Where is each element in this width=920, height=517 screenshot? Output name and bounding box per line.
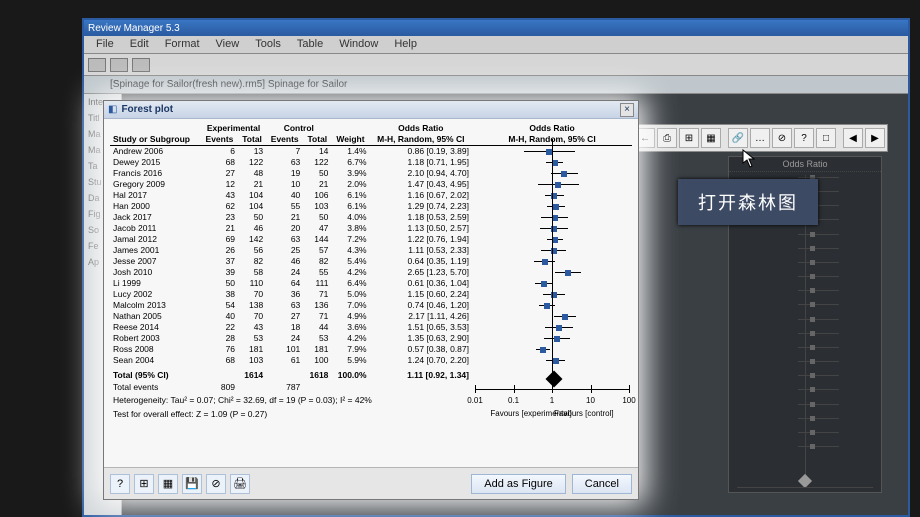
col-or2: Odds Ratio [472, 123, 632, 134]
menu-bar: FileEditFormatViewToolsTableWindowHelp [84, 36, 908, 54]
study-row: Reese 2014224318443.6%1.51 [0.65, 3.53] [110, 322, 632, 333]
study-row: Jesse 2007378246825.4%0.64 [0.35, 1.19] [110, 256, 632, 267]
menu-item[interactable]: Format [157, 36, 208, 53]
toolbar-button[interactable]: ⎙ [657, 128, 677, 148]
study-row: Francis 2016274819503.9%2.10 [0.94, 4.70… [110, 168, 632, 179]
col-or1: Odds Ratio [370, 123, 472, 134]
col-mh1: M-H, Random, 95% CI [370, 134, 472, 146]
toolbar-button[interactable]: ▶ [865, 128, 885, 148]
menu-item[interactable]: Help [386, 36, 425, 53]
bg-plot-title: Odds Ratio [729, 157, 881, 172]
dialog-title-bar: ◧ Forest plot × [104, 101, 638, 119]
study-row: James 2001265625574.3%1.11 [0.53, 2.33] [110, 245, 632, 256]
col-group-control: Control [266, 123, 331, 134]
document-tab[interactable]: [Spinage for Sailor(fresh new).rm5] Spin… [84, 76, 908, 94]
study-row: Ross 2008761811011817.9%0.57 [0.38, 0.87… [110, 344, 632, 355]
footer-icon-button[interactable]: ⊘ [206, 474, 226, 494]
col-ctl-total: Total [303, 134, 331, 146]
study-row: Han 200062104551036.1%1.29 [0.74, 2.23] [110, 201, 632, 212]
toolbar-button[interactable]: ⊘ [772, 128, 792, 148]
study-row: Josh 2010395824554.2%2.65 [1.23, 5.70] [110, 267, 632, 278]
study-row: Nathan 2005407027714.9%2.17 [1.11, 4.26] [110, 311, 632, 322]
study-row: Jack 2017235021504.0%1.18 [0.53, 2.59] [110, 212, 632, 223]
tooltip: 打开森林图 [678, 179, 818, 225]
toolbar-button[interactable]: ◀ [843, 128, 863, 148]
study-row: Andrew 20066137141.4%0.86 [0.19, 3.89] [110, 146, 632, 158]
toolbar-button[interactable]: ⊞ [679, 128, 699, 148]
footer-icon-button[interactable]: 🖨 [230, 474, 250, 494]
menu-item[interactable]: View [208, 36, 248, 53]
toolbar-button[interactable]: ? [794, 128, 814, 148]
menu-item[interactable]: Window [331, 36, 386, 53]
menu-item[interactable]: Edit [122, 36, 157, 53]
footer-icon-button[interactable]: 💾 [182, 474, 202, 494]
footer-icon-button[interactable]: ? [110, 474, 130, 494]
study-row: Sean 200468103611005.9%1.24 [0.70, 2.20] [110, 355, 632, 366]
col-group-experimental: Experimental [201, 123, 266, 134]
cancel-button[interactable]: Cancel [572, 474, 632, 494]
dialog-title: Forest plot [121, 104, 173, 115]
title-bar: Review Manager 5.3 [84, 20, 908, 36]
forest-plot-dialog: ◧ Forest plot × Experimental Control Odd… [103, 100, 639, 500]
plot-x-axis: 0.010.1110100Favours [experimental]Favou… [475, 385, 629, 421]
study-row: Li 199950110641116.4%0.61 [0.36, 1.04] [110, 278, 632, 289]
secondary-toolbar [84, 54, 908, 76]
col-exp-total: Total [238, 134, 266, 146]
close-icon[interactable]: × [620, 103, 634, 117]
study-row: Lucy 2002387036715.0%1.15 [0.60, 2.24] [110, 289, 632, 300]
menu-item[interactable]: Table [289, 36, 331, 53]
forest-icon: ◧ [108, 104, 117, 115]
study-row: Malcolm 201354138631367.0%0.74 [0.46, 1.… [110, 300, 632, 311]
add-as-figure-button[interactable]: Add as Figure [471, 474, 565, 494]
study-row: Hal 201743104401066.1%1.16 [0.67, 2.02] [110, 190, 632, 201]
study-row: Dewey 201568122631226.7%1.18 [0.71, 1.95… [110, 157, 632, 168]
col-study: Study or Subgroup [110, 134, 201, 146]
col-ctl-events: Events [266, 134, 303, 146]
toolbar-chip[interactable] [132, 58, 150, 72]
app-title: Review Manager 5.3 [88, 23, 180, 34]
toolbar-button[interactable]: ▦ [701, 128, 721, 148]
footer-icon-button[interactable]: ▦ [158, 474, 178, 494]
study-row: Jamal 201269142631447.2%1.22 [0.76, 1.94… [110, 234, 632, 245]
study-row: Jacob 2011214620473.8%1.13 [0.50, 2.57] [110, 223, 632, 234]
dialog-footer: ?⊞▦💾⊘🖨 Add as Figure Cancel [104, 467, 638, 499]
total-label: Total (95% CI) [110, 366, 201, 381]
menu-item[interactable]: Tools [247, 36, 289, 53]
toolbar-button[interactable]: 🔗 [728, 128, 748, 148]
toolbar-button[interactable]: □ [816, 128, 836, 148]
toolbar-chip[interactable] [88, 58, 106, 72]
toolbar-chip[interactable] [110, 58, 128, 72]
forest-plot: Experimental Control Odds Ratio Odds Rat… [110, 123, 632, 421]
footer-icon-button[interactable]: ⊞ [134, 474, 154, 494]
toolbar-button[interactable]: … [750, 128, 770, 148]
col-exp-events: Events [201, 134, 238, 146]
menu-item[interactable]: File [88, 36, 122, 53]
study-row: Gregory 2009122110212.0%1.47 [0.43, 4.95… [110, 179, 632, 190]
col-weight: Weight [331, 134, 369, 146]
study-row: Robert 2003285324534.2%1.35 [0.63, 2.90] [110, 333, 632, 344]
